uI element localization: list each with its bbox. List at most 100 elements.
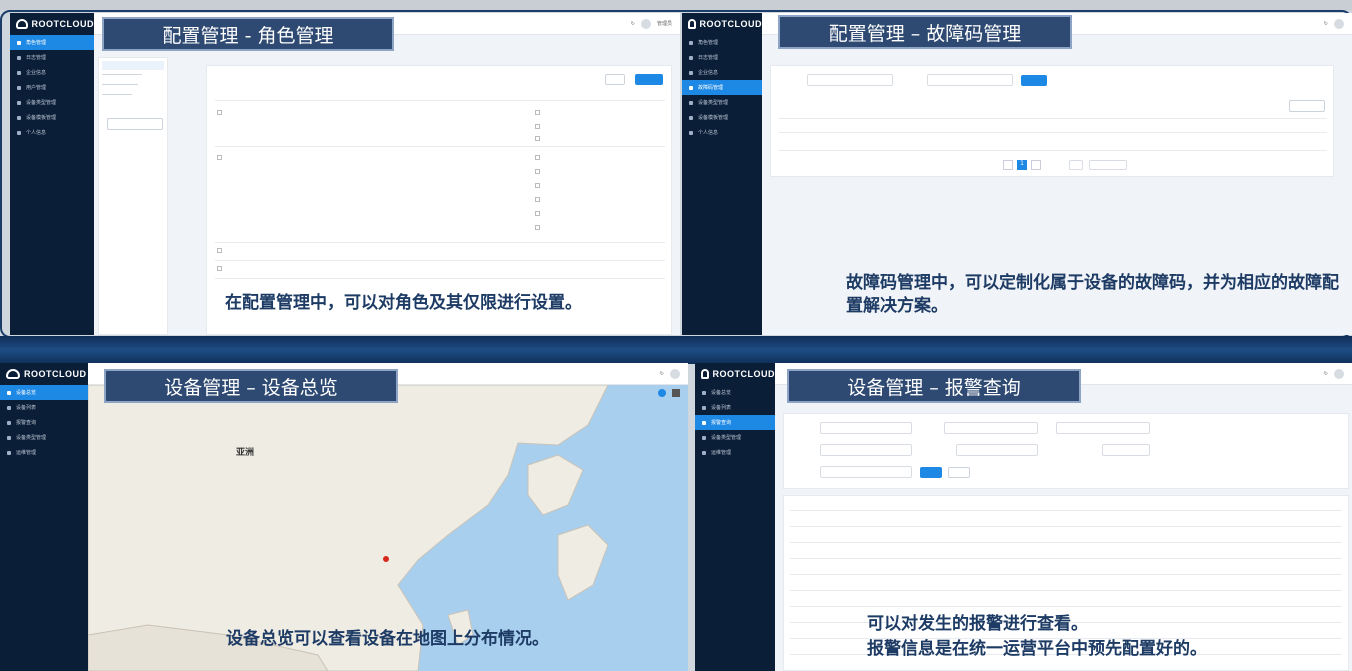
search-button[interactable] [1021, 75, 1047, 86]
sidebar-item[interactable]: 设备模板管理 [682, 110, 762, 125]
delete-button[interactable] [605, 74, 625, 85]
checkbox[interactable] [535, 183, 540, 188]
sidebar-item[interactable]: 个人信息 [10, 125, 94, 140]
checkbox[interactable] [535, 169, 540, 174]
checkbox[interactable] [535, 155, 540, 160]
role-list-card [98, 57, 168, 335]
table-row[interactable] [790, 606, 1342, 607]
severity-select[interactable] [820, 444, 912, 456]
role-management-screenshot: ROOTCLOUD 角色管理 日志管理企业信息用户管理 设备类型管理 设备模板管理 个人… [10, 13, 680, 335]
sidebar-item-label: 设备总览 [16, 390, 37, 396]
nav-icon [17, 70, 21, 75]
save-button[interactable] [635, 74, 663, 85]
checkbox[interactable] [535, 110, 540, 115]
sidebar-item[interactable]: 运维管理 [0, 445, 88, 460]
role-list-item[interactable] [102, 84, 138, 85]
table-row[interactable] [790, 510, 1342, 511]
checkbox[interactable] [535, 211, 540, 216]
checkbox[interactable] [535, 225, 540, 230]
search-button[interactable] [920, 467, 942, 478]
sidebar-item[interactable]: 用户管理 [10, 80, 94, 95]
sidebar-item[interactable]: 个人信息 [682, 125, 762, 140]
fault-code-screenshot: ROOTCLOUD 角色管理 日志管理 企业信息 故障码管理 设备类型管理 设备模板管理个… [682, 13, 1352, 335]
page-size-select[interactable] [1089, 160, 1127, 170]
table-row[interactable] [790, 542, 1342, 543]
checkbox[interactable] [535, 136, 540, 141]
table-row[interactable] [790, 590, 1342, 591]
nav-icon [7, 390, 11, 395]
sidebar-item[interactable]: 角色管理 [10, 35, 94, 50]
checkbox[interactable] [217, 110, 222, 115]
checkbox[interactable] [535, 124, 540, 129]
prev-page-button[interactable] [1003, 160, 1013, 170]
sidebar-item[interactable]: 报警查询 [695, 415, 775, 430]
table-row[interactable] [790, 574, 1342, 575]
sidebar: ROOTCLOUD 设备总览 设备列表 报警查询 设备类型管理 运维管理 [0, 363, 88, 671]
sidebar-item[interactable]: 设备列表 [695, 400, 775, 415]
sidebar-item[interactable]: 运维管理 [695, 445, 775, 460]
avatar[interactable] [670, 368, 680, 379]
alarm-type-select[interactable] [1102, 444, 1150, 456]
add-fault-code-button[interactable] [1289, 100, 1325, 112]
sidebar-item[interactable]: 设备列表 [0, 400, 88, 415]
end-time-input[interactable] [1056, 422, 1150, 434]
refresh-icon[interactable]: ↻ [1324, 21, 1328, 27]
table-row[interactable] [790, 558, 1342, 559]
sidebar-item[interactable]: 企业信息 [682, 65, 762, 80]
panel-caption: 故障码管理中，可以定制化属于设备的故障码，并为相应的故障配置解决方案。 [846, 273, 1339, 316]
fault-code-input[interactable] [807, 74, 893, 86]
page-jump-input[interactable] [1069, 160, 1083, 170]
start-time-input[interactable] [944, 422, 1038, 434]
sidebar-item[interactable]: 设备类型管理 [695, 430, 775, 445]
nav-icon [17, 55, 21, 60]
alarm-query-screenshot: ROOTCLOUD 设备总览 设备列表 报警查询 设备类型管理 运维管理 ↻ 设备管理 … [695, 363, 1352, 671]
avatar[interactable] [1334, 18, 1344, 29]
grid-view-icon[interactable] [672, 389, 680, 397]
nav-icon [7, 450, 11, 455]
checkbox[interactable] [217, 155, 222, 160]
sidebar-item[interactable]: 企业信息 [10, 65, 94, 80]
checkbox[interactable] [217, 248, 222, 253]
refresh-icon[interactable]: ↻ [631, 21, 635, 27]
role-list-item-active[interactable] [102, 61, 164, 70]
nav-icon [17, 40, 21, 45]
sidebar-item-label: 企业信息 [26, 70, 47, 76]
sidebar-item[interactable]: 日志管理 [682, 50, 762, 65]
next-page-button[interactable] [1031, 160, 1041, 170]
sidebar-item[interactable]: 日志管理 [10, 50, 94, 65]
nav-icon [7, 405, 11, 410]
add-role-button[interactable] [107, 118, 163, 130]
checkbox[interactable] [217, 266, 222, 271]
avatar[interactable] [1334, 368, 1344, 379]
cloud-icon [688, 19, 696, 29]
sidebar-item[interactable]: 设备类型管理 [10, 95, 94, 110]
refresh-icon[interactable]: ↻ [660, 371, 664, 377]
status-select[interactable] [956, 444, 1038, 456]
sidebar-item[interactable]: 设备总览 [0, 385, 88, 400]
avatar[interactable] [640, 18, 651, 29]
sidebar-item[interactable]: 设备类型管理 [682, 95, 762, 110]
refresh-icon[interactable]: ↻ [1324, 371, 1328, 377]
role-list-item[interactable] [102, 74, 142, 75]
reset-button[interactable] [948, 467, 970, 478]
page-1[interactable]: 1 [1017, 160, 1027, 170]
table-row[interactable] [790, 526, 1342, 527]
sidebar-item[interactable]: 设备模板管理 [10, 110, 94, 125]
nav-icon [7, 435, 11, 440]
location-icon[interactable] [658, 389, 666, 397]
sidebar-item[interactable]: 报警查询 [0, 415, 88, 430]
device-marker[interactable] [383, 556, 389, 562]
sidebar-item[interactable]: 角色管理 [682, 35, 762, 50]
sidebar-item[interactable]: 设备总览 [695, 385, 775, 400]
fault-desc-input[interactable] [927, 74, 1013, 86]
device-select[interactable] [820, 466, 912, 478]
device-number-input[interactable] [820, 422, 912, 434]
role-list-item[interactable] [102, 94, 132, 95]
sidebar-item-label: 企业信息 [698, 70, 719, 76]
sidebar-item[interactable]: 设备类型管理 [0, 430, 88, 445]
checkbox[interactable] [535, 197, 540, 202]
alarm-filter-card [783, 413, 1349, 489]
logo: ROOTCLOUD [10, 13, 94, 35]
sidebar-item[interactable]: 故障码管理 [682, 80, 762, 95]
sidebar-item-label: 设备列表 [16, 405, 37, 411]
